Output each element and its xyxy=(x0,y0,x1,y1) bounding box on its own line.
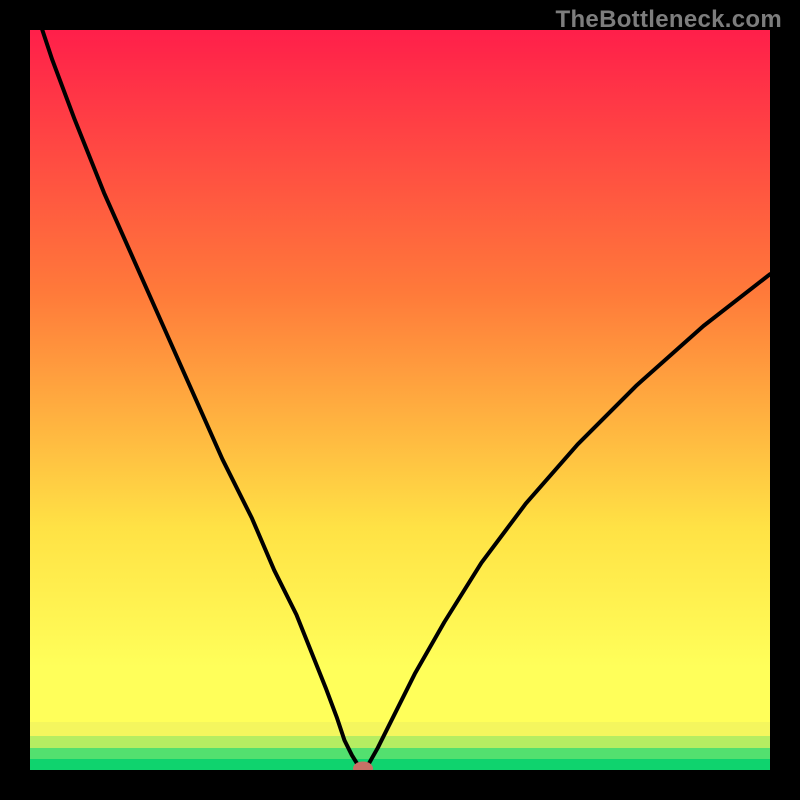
chart-frame: TheBottleneck.com xyxy=(0,0,800,800)
chart-svg xyxy=(30,30,770,770)
bottom-stripe-4 xyxy=(30,722,770,736)
gradient-background xyxy=(30,30,770,722)
bottom-stripe-2 xyxy=(30,748,770,759)
watermark-label: TheBottleneck.com xyxy=(556,6,782,34)
bottom-stripe-3 xyxy=(30,736,770,748)
plot-area xyxy=(30,30,770,770)
bottom-stripe-1 xyxy=(30,759,770,770)
